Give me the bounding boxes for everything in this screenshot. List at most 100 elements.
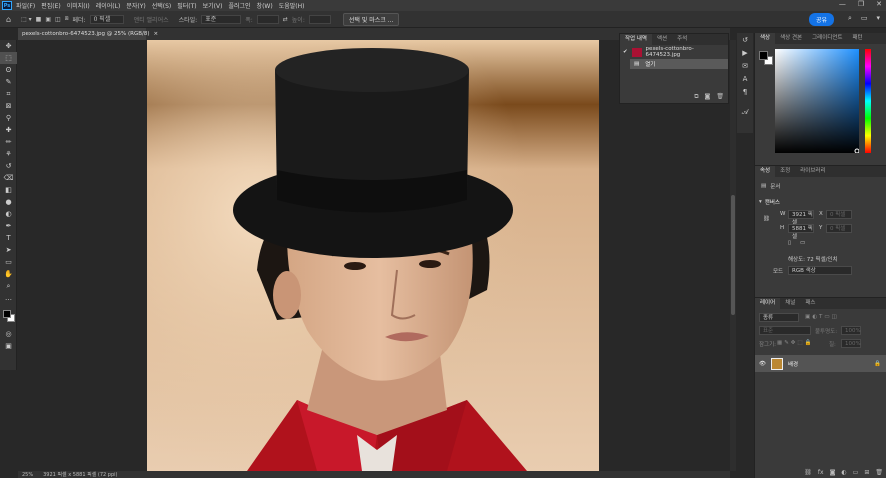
hue-slider[interactable] [865,49,871,153]
minimize-icon[interactable]: — [839,0,846,8]
type-tool-icon[interactable]: T [0,232,17,244]
pen-tool-icon[interactable]: ✒ [0,220,17,232]
frame-tool-icon[interactable]: ⊠ [0,100,17,112]
healing-brush-icon[interactable]: ✚ [0,124,17,136]
fx-icon[interactable]: fx [818,469,824,476]
blend-mode-select[interactable]: 표준 [759,326,811,335]
visibility-eye-icon[interactable]: 👁 [759,361,766,367]
maximize-icon[interactable]: ❐ [858,0,864,8]
portrait-orientation-icon[interactable]: ▯ [788,240,791,246]
menu-image[interactable]: 이미지(I) [67,1,90,10]
style-select[interactable]: 표준 [201,14,242,24]
history-panel-icon[interactable]: ↺ [737,33,753,46]
subtract-selection-icon[interactable]: ◫ [55,16,61,23]
tab-patterns[interactable]: 패턴 [848,33,868,44]
trash-icon[interactable]: 🗑 [716,93,724,101]
dodge-tool-icon[interactable]: ◐ [0,208,17,220]
stamp-tool-icon[interactable]: ⚘ [0,148,17,160]
tab-channels[interactable]: 채널 [780,298,800,309]
vertical-scrollbar[interactable] [730,40,736,471]
tab-history[interactable]: 작업 내역 [620,34,652,45]
menu-file[interactable]: 파일(F) [16,1,35,10]
color-mode-select[interactable]: RGB 색상 [788,266,852,275]
photoshop-logo-icon[interactable]: Ps [2,1,12,10]
rectangle-tool-icon[interactable]: ▭ [0,256,17,268]
group-icon[interactable]: ▭ [853,469,859,476]
history-brush-icon[interactable]: ↺ [0,160,17,172]
tab-color[interactable]: 색상 [755,33,776,44]
chevron-down-icon[interactable]: ▾ [759,199,762,205]
add-selection-icon[interactable]: ▣ [45,16,51,23]
link-icon[interactable]: ⛓ [763,216,770,222]
zoom-level[interactable]: 25% [22,472,33,478]
tab-layers[interactable]: 레이어 [755,298,781,309]
layer-row-background[interactable]: 👁 배경 🔒 [755,355,886,372]
link-layers-icon[interactable]: ⛓ [804,469,812,476]
brush-tool-icon[interactable]: ✏ [0,136,17,148]
canvas-x-input[interactable]: 0 픽셀 [826,210,852,219]
camera-icon[interactable]: ◙ [705,93,711,101]
height-input[interactable] [308,14,331,24]
quick-select-tool-icon[interactable]: ✎ [0,76,17,88]
marquee-tool-icon[interactable]: ⬚ [0,52,17,64]
glyphs-icon[interactable]: 𝒜 [737,106,753,119]
select-and-mask-button[interactable]: 선택 및 마스크 ... [342,12,400,26]
new-selection-icon[interactable]: ■ [36,16,42,23]
delete-layer-icon[interactable]: 🗑 [875,469,883,476]
marquee-preset-icon[interactable]: ⬚ ▾ [21,16,32,23]
eraser-tool-icon[interactable]: ⌫ [0,172,17,184]
history-snapshot[interactable]: ✔ pexels-cottonbro-6474523.jpg [620,45,728,59]
history-state-open[interactable]: ▤ 열기 [630,59,728,69]
menu-type[interactable]: 문자(Y) [126,1,145,10]
menu-layer[interactable]: 레이어(L) [96,1,121,10]
add-mask-icon[interactable]: ◙ [830,469,836,476]
landscape-orientation-icon[interactable]: ▭ [800,240,805,246]
close-tab-icon[interactable]: × [154,31,159,37]
hand-tool-icon[interactable]: ✋ [0,268,17,280]
color-swatches[interactable] [0,304,17,328]
layer-filter-input[interactable]: 종류 [759,313,799,322]
tab-swatches[interactable]: 색상 견본 [775,33,807,44]
paragraph-icon[interactable]: ¶ [737,85,753,98]
gradient-tool-icon[interactable]: ◧ [0,184,17,196]
menu-window[interactable]: 창(W) [257,1,273,10]
antialias-checkbox[interactable]: 앤티 앨리어스 [134,15,169,24]
zoom-tool-icon[interactable]: ⌕ [0,280,17,292]
tab-libraries[interactable]: 라이브러리 [795,166,830,177]
lasso-tool-icon[interactable]: ʘ [0,64,17,76]
new-layer-icon[interactable]: ⊞ [864,469,869,476]
more-tools-icon[interactable]: … [0,292,17,304]
menu-select[interactable]: 선택(S) [152,1,172,10]
history-brush-source-icon[interactable]: ✔ [623,49,628,55]
feather-input[interactable]: 0 픽셀 [89,14,124,24]
new-document-from-state-icon[interactable]: ⧉ [694,93,698,101]
menu-plugins[interactable]: 플러그인 [228,1,250,10]
foreground-color-swatch[interactable] [759,51,768,60]
document-photo[interactable] [147,40,599,471]
tab-properties[interactable]: 속성 [755,166,776,177]
menu-help[interactable]: 도움말(H) [279,1,305,10]
adjustment-layer-icon[interactable]: ◐ [841,469,846,476]
fg-bg-swatch[interactable] [759,51,773,65]
canvas-height-input[interactable]: 5881 픽셀 [788,224,814,240]
close-icon[interactable]: ✕ [876,0,882,8]
actions-play-icon[interactable]: ▶ [737,46,753,59]
tab-actions[interactable]: 액션 [652,34,672,45]
color-field[interactable] [775,49,860,154]
quick-mask-icon[interactable]: ◎ [0,328,17,340]
settings-icon[interactable]: ▾ [876,14,880,23]
layer-filter-icons[interactable]: ▣◐T▭◫ [805,314,839,320]
lock-icons[interactable]: ▦✎✥⬚🔒 [777,340,813,346]
document-tab[interactable]: pexels-cottonbro-6474523.jpg @ 25% (RGB/… [18,28,158,40]
blur-tool-icon[interactable]: ● [0,196,17,208]
tab-paths[interactable]: 패스 [800,298,820,309]
swap-icon[interactable]: ⇄ [283,16,288,23]
character-icon[interactable]: A [737,72,753,85]
eyedropper-tool-icon[interactable]: ⚲ [0,112,17,124]
home-icon[interactable]: ⌂ [6,15,11,24]
opacity-input[interactable]: 100% [841,326,861,335]
menu-filter[interactable]: 필터(T) [177,1,196,10]
width-input[interactable] [256,14,279,24]
tab-gradients[interactable]: 그레이디언트 [807,33,847,44]
canvas-width-input[interactable]: 3921 픽셀 [788,210,814,226]
